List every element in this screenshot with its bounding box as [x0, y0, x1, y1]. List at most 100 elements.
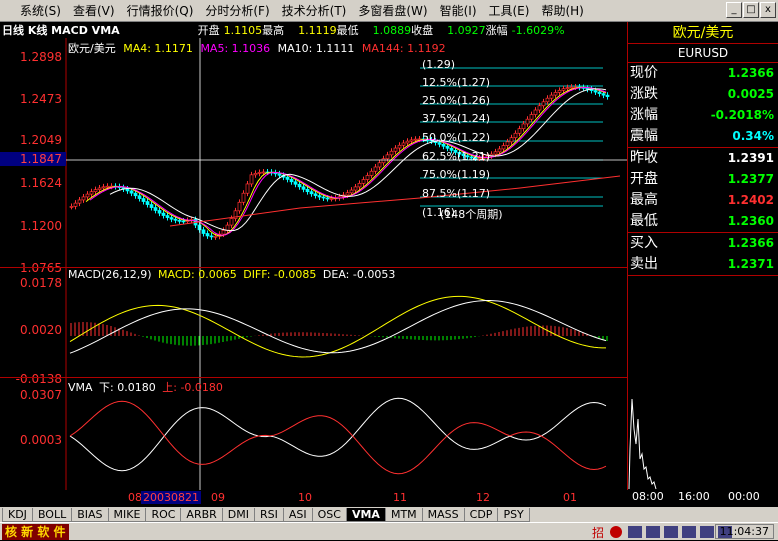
candle-body: [101, 186, 106, 189]
candle-body: [149, 204, 154, 208]
candle-body: [197, 224, 202, 231]
candle-body: [321, 196, 326, 199]
candle-body: [241, 192, 246, 203]
price-ytick: 1.2049: [20, 133, 62, 147]
menu-view[interactable]: 查看(V): [67, 2, 121, 19]
candle-body: [141, 198, 146, 202]
mini-intraday-chart: [628, 398, 657, 490]
close-button[interactable]: x: [760, 2, 776, 18]
x-tick: 01: [563, 491, 577, 504]
tab-bias[interactable]: BIAS: [71, 508, 109, 522]
candle-body: [249, 174, 254, 185]
candle-body: [381, 158, 386, 164]
menu-help[interactable]: 帮助(H): [535, 2, 589, 19]
candle-body: [549, 94, 554, 99]
quote-row-label: 最低: [630, 213, 658, 229]
chart-canvas[interactable]: [0, 38, 627, 490]
candle-body: [201, 229, 206, 234]
candle-body: [493, 151, 498, 155]
monitor-icon[interactable]: [664, 526, 678, 538]
candle-body: [353, 186, 358, 191]
monitor-icon[interactable]: [646, 526, 660, 538]
dea-value: DEA: -0.0053: [322, 268, 396, 281]
quote-row-label: 买入: [630, 235, 658, 251]
status-bar: 核 新 软 件 招 11:04:37: [0, 522, 778, 540]
candle-body: [365, 175, 370, 180]
chart-area[interactable]: 欧元/美元 MA4: 1.1171 MA5: 1.1036 MA10: 1.11…: [0, 38, 627, 490]
tab-mass[interactable]: MASS: [421, 508, 465, 522]
tab-boll[interactable]: BOLL: [31, 508, 73, 522]
tab-rsi[interactable]: RSI: [254, 508, 284, 522]
monitor-icon[interactable]: [682, 526, 696, 538]
monitor-icon[interactable]: [700, 526, 714, 538]
candle-body: [325, 197, 330, 200]
candle-body: [389, 150, 394, 156]
change-value: -1.6029%: [511, 23, 565, 37]
candle-body: [345, 192, 350, 196]
monitor-icon[interactable]: [628, 526, 642, 538]
candle-body: [349, 189, 354, 194]
quote-row: 昨收 1.2391: [628, 148, 778, 169]
tab-roc[interactable]: ROC: [145, 508, 182, 522]
minimize-button[interactable]: _: [726, 2, 742, 18]
fib-level-label: (1.29): [422, 58, 456, 71]
candle-body: [541, 101, 546, 107]
candle-body: [237, 201, 242, 212]
tab-kdj[interactable]: KDJ: [2, 508, 33, 522]
menu-system[interactable]: 系统(S): [14, 2, 67, 19]
x-tick: 11: [393, 491, 407, 504]
price-ytick: 1.1624: [20, 176, 62, 190]
candle-body: [221, 229, 226, 235]
quote-row: 开盘 1.2377: [628, 169, 778, 190]
candle-body: [533, 109, 538, 115]
fib-level-label: 62.5%(1.21): [422, 150, 491, 163]
chart-type-label: 日线 K线 MACD VMA: [2, 24, 120, 37]
status-badge[interactable]: 招: [592, 524, 604, 541]
window-controls: _ □ x: [726, 2, 776, 18]
menu-intraday[interactable]: 分时分析(F): [199, 2, 275, 19]
candle-body: [605, 94, 610, 97]
quote-row-value: 0.34%: [732, 129, 774, 143]
tab-cdp[interactable]: CDP: [463, 508, 499, 522]
fib-level-label: 12.5%(1.27): [422, 76, 491, 89]
candle-body: [181, 220, 186, 223]
candle-body: [401, 142, 406, 146]
tab-mtm[interactable]: MTM: [384, 508, 423, 522]
high-label: 最高: [262, 24, 285, 37]
maximize-button[interactable]: □: [743, 2, 759, 18]
ma144-legend: MA144: 1.1192: [361, 42, 446, 55]
menu-smart[interactable]: 智能(I): [434, 2, 483, 19]
candle-body: [229, 218, 234, 226]
candle-body: [97, 187, 102, 190]
tab-psy[interactable]: PSY: [497, 508, 530, 522]
quote-row-label: 涨幅: [630, 107, 658, 123]
candle-body: [125, 188, 130, 192]
tab-dmi[interactable]: DMI: [221, 508, 255, 522]
tab-osc[interactable]: OSC: [311, 508, 347, 522]
candle-body: [93, 189, 98, 193]
panel-divider: [0, 377, 627, 378]
x-tick: 10: [298, 491, 312, 504]
chart-info-bar: 日线 K线 MACD VMA 开盘 1.1105 最高 1.1119 最低 1.…: [0, 22, 627, 38]
menu-technical[interactable]: 技术分析(T): [276, 2, 353, 19]
candle-body: [505, 141, 510, 146]
status-icon[interactable]: [610, 526, 622, 538]
quote-row-value: 1.2391: [727, 151, 774, 165]
candle-body: [517, 128, 522, 134]
tab-asi[interactable]: ASI: [282, 508, 313, 522]
candle-body: [441, 143, 446, 147]
menu-multiwindow[interactable]: 多窗看盘(W): [352, 2, 433, 19]
diff-line: [69, 295, 607, 358]
tab-vma[interactable]: VMA: [345, 508, 386, 522]
candle-body: [169, 217, 174, 220]
menu-quotes[interactable]: 行情报价(Q): [121, 2, 200, 19]
candle-body: [377, 162, 382, 168]
tab-mike[interactable]: MIKE: [107, 508, 147, 522]
price-ytick: 1.1200: [20, 219, 62, 233]
quote-row-value: 0.0025: [727, 87, 774, 101]
candle-body: [177, 219, 182, 222]
menu-tools[interactable]: 工具(E): [483, 2, 536, 19]
tab-arbr[interactable]: ARBR: [180, 508, 223, 522]
candle-body: [329, 198, 334, 200]
quote-row-label: 卖出: [630, 256, 658, 272]
